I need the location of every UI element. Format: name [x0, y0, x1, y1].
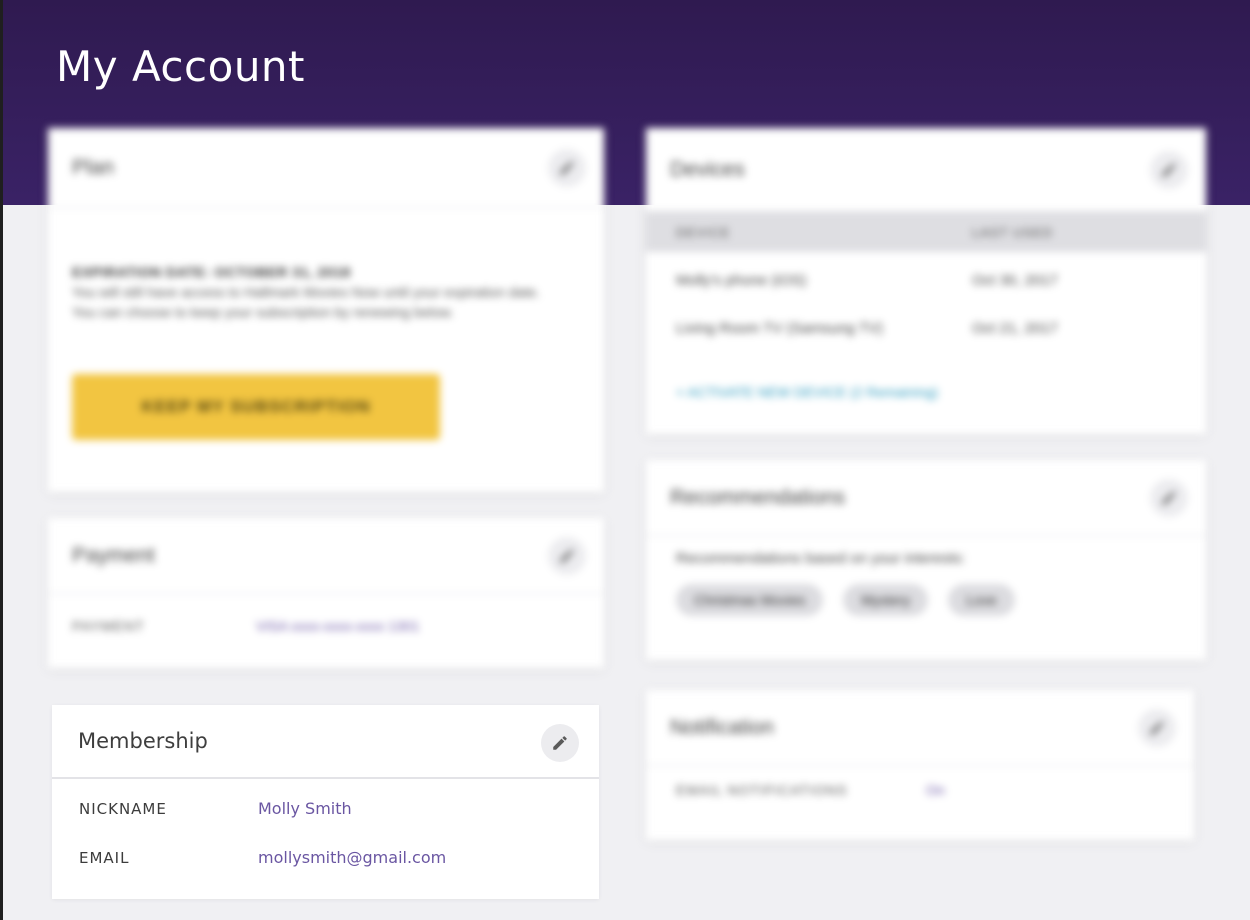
membership-edit-button[interactable] — [541, 724, 579, 762]
table-row: Molly's phone (iOS) Oct 30, 2017 — [646, 256, 1206, 304]
payment-title: Payment — [72, 543, 155, 567]
plan-edit-button[interactable] — [548, 148, 586, 187]
email-notifications-row: EMAIL NOTIFICATIONS On — [676, 782, 945, 798]
notification-title: Notification — [670, 715, 774, 739]
plan-expiry: EXPIRATION DATE: OCTOBER 31, 2018 You wi… — [72, 262, 552, 322]
payment-row: PAYMENT VISA xxxx-xxxx-xxxx 1301 — [72, 618, 419, 634]
email-row: EMAIL mollysmith@gmail.com — [79, 848, 446, 867]
membership-title: Membership — [78, 729, 208, 753]
interest-chip[interactable]: Mystery — [843, 584, 929, 616]
payment-edit-button[interactable] — [548, 536, 586, 575]
membership-card-header: Membership — [52, 705, 599, 779]
payment-value: VISA xxxx-xxxx-xxxx 1301 — [256, 618, 420, 634]
pencil-icon — [1150, 720, 1164, 735]
plan-card: Plan EXPIRATION DATE: OCTOBER 31, 2018 Y… — [48, 128, 604, 492]
email-label: EMAIL — [79, 848, 130, 867]
table-row: Living Room TV (Samsung TV) Oct 21, 2017 — [646, 304, 1206, 352]
plan-expiry-label: EXPIRATION DATE: OCTOBER 31, 2018 — [72, 264, 351, 280]
devices-title: Devices — [670, 157, 745, 181]
payment-card: Payment PAYMENT VISA xxxx-xxxx-xxxx 1301 — [48, 518, 604, 668]
email-notifications-label: EMAIL NOTIFICATIONS — [676, 782, 848, 798]
column-header-device: DEVICE — [676, 224, 731, 240]
pencil-icon — [560, 160, 574, 175]
recommendations-title: Recommendations — [670, 485, 846, 509]
pencil-icon — [1162, 162, 1176, 177]
window-edge — [0, 0, 3, 920]
recommendation-chips: Christmas Movies Mystery Love — [676, 584, 1015, 616]
recommendations-edit-button[interactable] — [1150, 478, 1188, 517]
device-name: Living Room TV (Samsung TV) — [676, 319, 884, 337]
nickname-label: NICKNAME — [79, 799, 167, 818]
devices-card: Devices DEVICE LAST USED Molly's phone (… — [646, 128, 1206, 434]
recommendations-intro: Recommendations based on your interests: — [676, 550, 966, 567]
email-notifications-value[interactable]: On — [926, 782, 945, 798]
page-title: My Account — [56, 42, 306, 91]
interest-chip[interactable]: Love — [948, 584, 1015, 616]
column-header-last-used: LAST USED — [972, 224, 1054, 240]
pencil-icon — [560, 548, 574, 563]
plan-card-header: Plan — [48, 128, 604, 208]
plan-title: Plan — [72, 155, 115, 179]
device-last-used: Oct 21, 2017 — [972, 319, 1058, 337]
interest-chip[interactable]: Christmas Movies — [676, 584, 824, 616]
notification-edit-button[interactable] — [1138, 708, 1176, 747]
devices-card-header: Devices — [646, 128, 1206, 212]
notification-card: Notification EMAIL NOTIFICATIONS On — [646, 690, 1194, 840]
membership-card: Membership NICKNAME Molly Smith EMAIL mo… — [52, 705, 599, 899]
devices-edit-button[interactable] — [1150, 150, 1188, 189]
recommendations-card: Recommendations Recommendations based on… — [646, 460, 1206, 660]
email-value: mollysmith@gmail.com — [258, 848, 447, 867]
nickname-value: Molly Smith — [258, 799, 352, 818]
nickname-row: NICKNAME Molly Smith — [79, 799, 352, 818]
device-name: Molly's phone (iOS) — [676, 271, 807, 289]
pencil-icon — [1162, 490, 1176, 505]
pencil-icon — [553, 736, 567, 750]
notification-card-header: Notification — [646, 690, 1194, 766]
payment-label: PAYMENT — [72, 618, 145, 634]
devices-table-header: DEVICE LAST USED — [646, 212, 1206, 252]
recommendations-card-header: Recommendations — [646, 460, 1206, 536]
device-last-used: Oct 30, 2017 — [972, 271, 1058, 289]
activate-new-device-link[interactable]: + ACTIVATE NEW DEVICE (2 Remaining) — [676, 384, 938, 400]
payment-card-header: Payment — [48, 518, 604, 594]
keep-subscription-button[interactable]: KEEP MY SUBSCRIPTION — [72, 374, 440, 440]
plan-expiry-text: You will still have access to Hallmark M… — [72, 284, 540, 320]
